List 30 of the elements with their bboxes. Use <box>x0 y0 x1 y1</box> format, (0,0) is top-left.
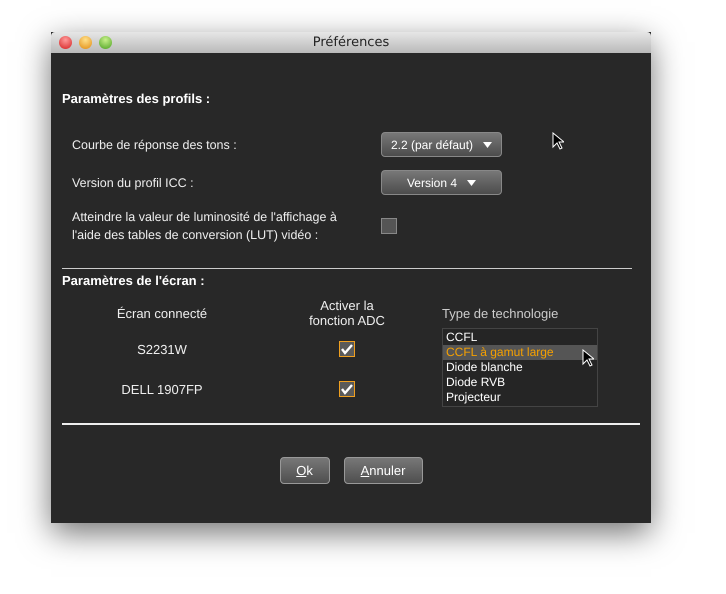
list-item[interactable]: Diode blanche <box>443 360 597 375</box>
minimize-button[interactable] <box>79 36 92 49</box>
column-header: Activer la fonction ADC <box>308 297 386 329</box>
list-item[interactable]: Diode RVB <box>443 375 597 390</box>
column-header: Écran connecté <box>116 304 208 322</box>
checkbox[interactable] <box>381 218 397 234</box>
monitor-name: DELL 1907FP <box>121 380 203 398</box>
checkbox[interactable] <box>339 381 355 397</box>
list-item[interactable]: CCFL <box>443 330 597 345</box>
close-button[interactable] <box>59 36 72 49</box>
cursor-icon <box>582 349 594 367</box>
section-heading: Paramètres de l'écran : <box>62 273 206 288</box>
column-header: Type de technologie <box>442 304 558 323</box>
setting-label: Atteindre la valeur de luminosité de l'affichage à l'aide des tables de conversion (LUT) vidéo : <box>72 209 338 244</box>
section-heading: Paramètres des profils : <box>62 91 212 106</box>
dialog-button[interactable]: Annuler <box>344 457 422 484</box>
zoom-button[interactable] <box>99 36 112 49</box>
list-item[interactable]: Projecteur <box>443 390 597 405</box>
dropdown[interactable]: 2.2 (par défaut) <box>381 132 502 157</box>
setting-label: Courbe de réponse des tons : <box>72 136 238 154</box>
cursor-icon <box>552 132 564 150</box>
setting-label: Version du profil ICC : <box>72 174 195 192</box>
checkbox[interactable] <box>339 341 355 357</box>
monitor-name: S2231W <box>137 340 187 358</box>
caret-icon <box>467 180 476 186</box>
dropdown[interactable]: Version 4 <box>381 170 502 195</box>
window-title: Préférences <box>312 35 390 50</box>
list-item[interactable]: CCFL à gamut large <box>443 345 597 360</box>
caret-icon <box>483 142 492 148</box>
dialog-button[interactable]: Ok <box>280 457 330 484</box>
